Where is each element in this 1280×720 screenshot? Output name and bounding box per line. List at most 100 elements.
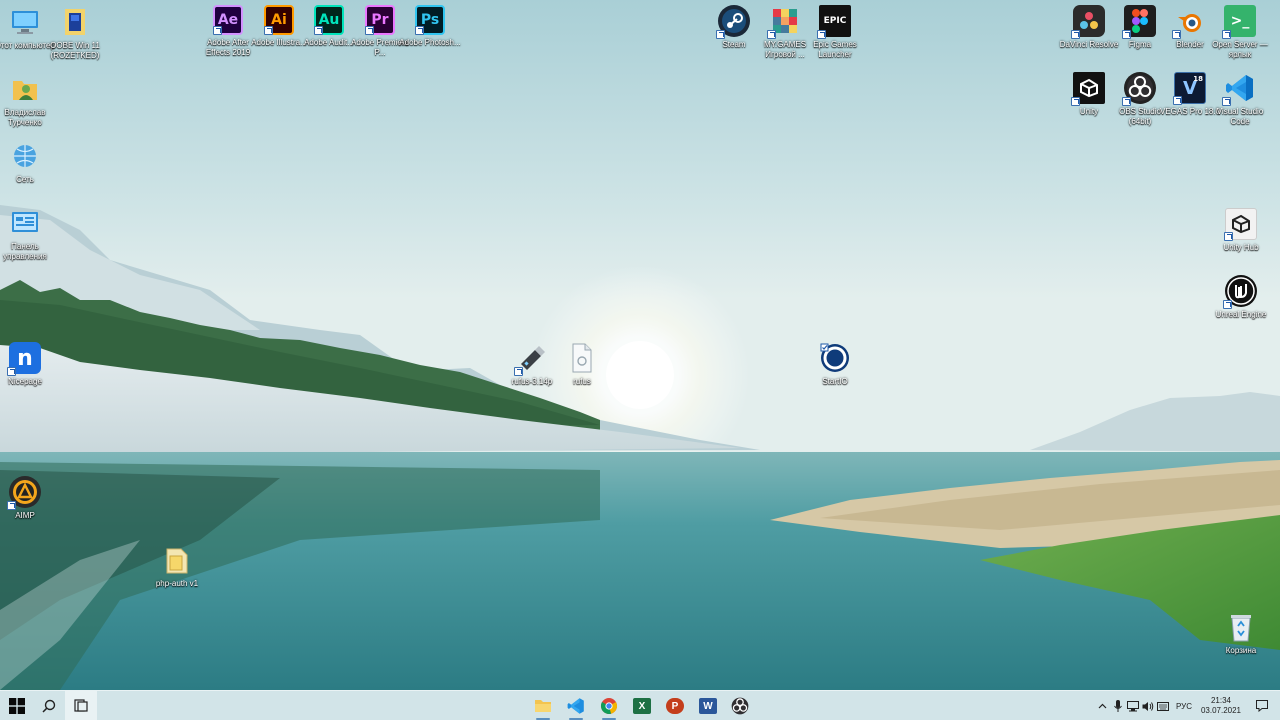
taskbar-chrome[interactable] xyxy=(593,691,625,720)
desktop-icon-unreal[interactable]: Unreal Engine xyxy=(1209,275,1273,320)
desktop-icon-epic-games[interactable]: EPIC Epic Games Launcher xyxy=(803,5,867,59)
language-indicator[interactable]: РУС xyxy=(1170,691,1198,720)
user-folder-icon xyxy=(9,73,41,105)
unity-icon xyxy=(1071,72,1105,106)
epic-games-icon: EPIC xyxy=(817,5,851,39)
obs-icon xyxy=(731,697,749,715)
clock-date: 03.07.2021 xyxy=(1200,706,1242,715)
desktop-icon-label: Корзина xyxy=(1225,646,1257,655)
startio-icon xyxy=(819,342,851,374)
chrome-icon xyxy=(600,698,618,714)
speaker-icon xyxy=(1142,701,1154,711)
taskbar-vscode[interactable] xyxy=(560,691,592,720)
desktop-icon-nicepage[interactable]: n Nicepage xyxy=(0,342,57,387)
openserver-icon: >_ xyxy=(1222,5,1256,39)
microphone-icon xyxy=(1113,700,1122,712)
notifications-button[interactable] xyxy=(1244,691,1280,720)
aimp-icon xyxy=(7,476,41,510)
unity-hub-icon xyxy=(1224,208,1257,241)
desktop-icon-aimp[interactable]: AIMP xyxy=(0,476,57,521)
desktop-icon-label: Nicepage xyxy=(8,377,42,386)
desktop-icon-startio[interactable]: StartIO xyxy=(803,342,867,387)
excel-icon: X xyxy=(633,698,651,714)
taskbar-file-explorer[interactable] xyxy=(527,691,559,720)
keyboard-button[interactable] xyxy=(1156,691,1170,720)
desktop-icon-network[interactable]: Сеть xyxy=(0,140,57,185)
mygames-icon xyxy=(767,5,801,39)
after-effects-icon: Ae xyxy=(213,5,243,35)
task-view-button[interactable] xyxy=(65,691,97,720)
desktop-icon-photoshop[interactable]: Ps Adobe Photosh... xyxy=(398,5,462,48)
network-icon xyxy=(1126,700,1139,711)
illustrator-icon: Ai xyxy=(264,5,294,35)
desktop-icon-rufus-file[interactable]: rufus xyxy=(550,342,614,387)
taskbar-powerpoint[interactable]: P xyxy=(659,691,691,720)
premiere-icon: Pr xyxy=(365,5,395,35)
windows-logo-icon xyxy=(9,698,25,714)
network-icon xyxy=(9,140,41,172)
vscode-icon xyxy=(567,698,584,714)
powerpoint-icon: P xyxy=(666,698,684,714)
figma-icon xyxy=(1122,5,1156,39)
clock[interactable]: 21:34 03.07.2021 xyxy=(1198,691,1244,720)
keyboard-icon xyxy=(1157,701,1169,711)
desktop-icon-vscode[interactable]: Visual Studio Code xyxy=(1208,72,1272,126)
word-icon: W xyxy=(699,698,717,714)
desktop-icon-label: rufus xyxy=(573,377,591,386)
taskbar: X P W РУС 21:34 03.07.2021 xyxy=(0,690,1280,720)
desktop-icon-label: Unreal Engine xyxy=(1215,310,1267,319)
show-hidden-icons-button[interactable] xyxy=(1094,691,1110,720)
vscode-icon xyxy=(1222,72,1256,106)
nicepage-icon: n xyxy=(7,342,41,376)
desktop-icon-label: php-auth v1 xyxy=(155,579,199,588)
folder-icon xyxy=(161,544,193,576)
notification-icon xyxy=(1256,700,1268,712)
desktop-icon-label: OOBE Win 11 (ROZETKED) xyxy=(50,41,100,60)
desktop-icon-label: Владислав Турченко xyxy=(4,108,46,127)
search-icon xyxy=(42,699,56,713)
desktop-icon-label: Панель управления xyxy=(3,242,47,261)
obs-icon xyxy=(1122,72,1156,106)
desktop-icon-label: Сеть xyxy=(16,175,34,184)
microphone-button[interactable] xyxy=(1110,691,1125,720)
vegas-icon: V 18 xyxy=(1173,72,1206,105)
desktop-icon-user-folder[interactable]: Владислав Турченко xyxy=(0,73,57,127)
file-icon xyxy=(566,342,598,374)
system-tray: РУС 21:34 03.07.2021 xyxy=(1094,691,1280,720)
folder-icon xyxy=(535,700,551,712)
desktop-icon-oobe[interactable]: OOBE Win 11 (ROZETKED) xyxy=(43,6,107,60)
steam-icon xyxy=(716,5,750,39)
chevron-up-icon xyxy=(1098,703,1106,709)
taskbar-obs[interactable] xyxy=(724,691,756,720)
blender-icon xyxy=(1172,5,1206,39)
volume-button[interactable] xyxy=(1140,691,1156,720)
desktop-icon-label: StartIO xyxy=(822,377,848,386)
desktop-icon-label: Adobe Photosh... xyxy=(399,38,461,47)
network-button[interactable] xyxy=(1125,691,1140,720)
installer-icon xyxy=(59,6,91,38)
davinci-icon xyxy=(1071,5,1105,39)
usb-icon xyxy=(514,342,548,376)
unreal-icon xyxy=(1223,275,1257,309)
desktop-icon-label: Open Server — ярлык xyxy=(1212,40,1268,59)
clock-time: 21:34 xyxy=(1210,696,1232,705)
control-panel-icon xyxy=(9,207,41,239)
desktop-icon-label: Visual Studio Code xyxy=(1216,107,1264,126)
photoshop-icon: Ps xyxy=(415,5,445,35)
start-button[interactable] xyxy=(1,691,33,720)
this-pc-icon xyxy=(9,6,41,38)
desktop-icon-control-panel[interactable]: Панель управления xyxy=(0,207,57,261)
taskbar-word[interactable]: W xyxy=(692,691,724,720)
recycle-bin-icon xyxy=(1225,611,1257,643)
taskbar-excel[interactable]: X xyxy=(626,691,658,720)
search-button[interactable] xyxy=(33,691,65,720)
desktop-icon-openserver[interactable]: >_ Open Server — ярлык xyxy=(1208,5,1272,59)
desktop-icon-label: Epic Games Launcher xyxy=(813,40,857,59)
task-view-icon xyxy=(74,699,88,712)
desktop-icon-label: AIMP xyxy=(15,511,35,520)
desktop-icon-label: Unity Hub xyxy=(1223,243,1259,252)
audition-icon: Au xyxy=(314,5,344,35)
desktop-icon-recycle-bin[interactable]: Корзина xyxy=(1209,611,1273,656)
desktop-icon-php-auth[interactable]: php-auth v1 xyxy=(145,544,209,589)
desktop-icon-unity-hub[interactable]: Unity Hub xyxy=(1209,208,1273,253)
